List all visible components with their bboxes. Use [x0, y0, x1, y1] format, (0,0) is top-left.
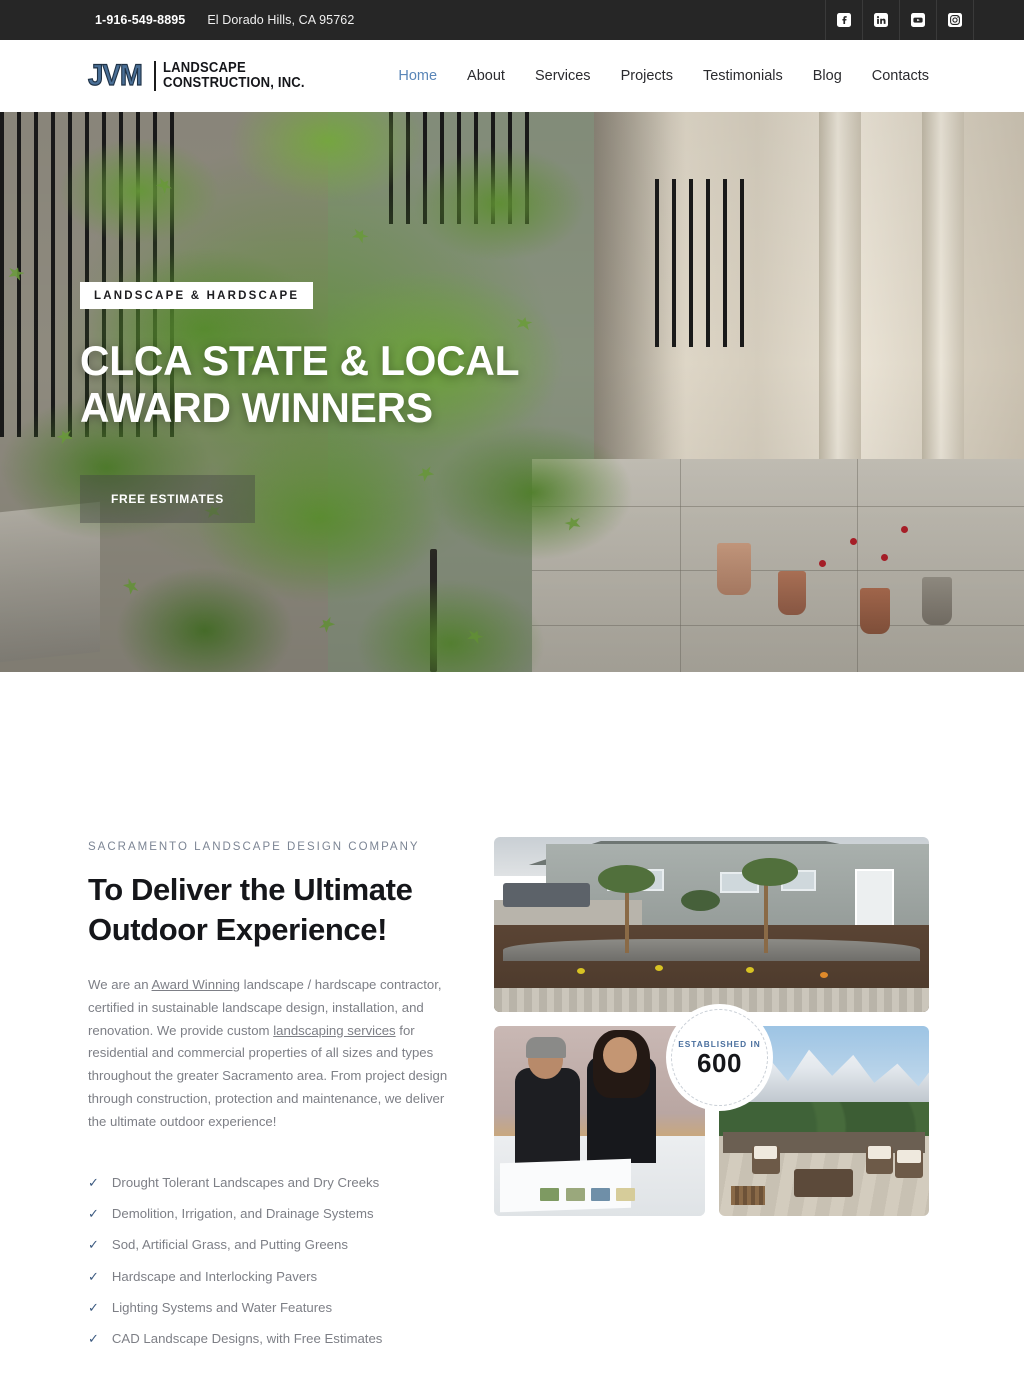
list-item: ✓ Drought Tolerant Landscapes and Dry Cre…: [88, 1167, 458, 1198]
nav-item-testimonials[interactable]: Testimonials: [703, 68, 783, 84]
checklist-label: Lighting Systems and Water Features: [111, 1299, 333, 1315]
about-gallery: ESTABLISHED IN 600: [494, 837, 929, 1355]
gallery-photo-front-yard: [494, 837, 929, 1012]
check-icon: ✓: [88, 1299, 99, 1315]
facebook-icon[interactable]: [826, 0, 863, 40]
nav-item-projects[interactable]: Projects: [621, 68, 673, 84]
check-icon: ✓: [88, 1268, 99, 1284]
logo-line-1: LANDSCAPE: [162, 59, 246, 76]
about-title: To Deliver the Ultimate Outdoor Experien…: [88, 870, 458, 949]
youtube-icon[interactable]: [900, 0, 937, 40]
top-bar-contact-info: 1-916-549-8895 El Dorado Hills, CA 95762: [0, 0, 354, 40]
about-section: SACRAMENTO LANDSCAPE DESIGN COMPANY To D…: [0, 672, 1024, 1355]
top-bar-spacer: [974, 0, 1024, 40]
services-checklist: ✓ Drought Tolerant Landscapes and Dry Cre…: [88, 1167, 458, 1355]
nav-item-services[interactable]: Services: [535, 68, 591, 84]
checklist-label: CAD Landscape Designs, with Free Estimat…: [111, 1331, 383, 1347]
list-item: ✓ Sod, Artificial Grass, and Putting Gree…: [88, 1230, 458, 1261]
top-bar-phone-link[interactable]: 1-916-549-8895: [95, 13, 185, 27]
main-navigation: Home About Services Projects Testimonial…: [398, 68, 929, 84]
linkedin-icon[interactable]: [863, 0, 900, 40]
checklist-label: Demolition, Irrigation, and Drainage Sys…: [111, 1206, 374, 1222]
site-header: JVM LANDSCAPE CONSTRUCTION, INC. Home Ab…: [0, 40, 1024, 112]
check-icon: ✓: [88, 1174, 99, 1190]
about-title-line-2: Outdoor Experience!: [88, 911, 388, 947]
top-bar-address: El Dorado Hills, CA 95762: [207, 13, 355, 27]
check-icon: ✓: [88, 1206, 99, 1222]
list-item: ✓ Demolition, Irrigation, and Drainage Sy…: [88, 1199, 458, 1230]
list-item: ✓ CAD Landscape Designs, with Free Estima…: [88, 1324, 458, 1355]
site-logo[interactable]: JVM LANDSCAPE CONSTRUCTION, INC.: [87, 59, 320, 92]
established-badge: ESTABLISHED IN 600: [671, 1009, 768, 1106]
hero-content: LANDSCAPE & HARDSCAPE CLCA STATE & LOCAL…: [80, 282, 700, 524]
nav-item-home[interactable]: Home: [398, 68, 437, 84]
checklist-label: Drought Tolerant Landscapes and Dry Cree…: [111, 1174, 380, 1190]
hero-eyebrow: LANDSCAPE & HARDSCAPE: [80, 282, 314, 309]
free-estimates-button[interactable]: FREE ESTIMATES: [80, 475, 255, 524]
hero-title: CLCA STATE & LOCAL AWARD WINNERS: [80, 337, 681, 431]
logo-wordmark: LANDSCAPE CONSTRUCTION, INC.: [162, 59, 320, 91]
social-links: [825, 0, 974, 40]
nav-item-about[interactable]: About: [467, 68, 505, 84]
logo-mark: JVM: [87, 59, 143, 92]
about-paragraph: We are an Award Winning landscape / hard…: [88, 974, 458, 1133]
instagram-icon[interactable]: [937, 0, 974, 40]
check-icon: ✓: [88, 1331, 99, 1347]
check-icon: ✓: [88, 1237, 99, 1253]
about-title-line-1: To Deliver the Ultimate: [88, 872, 413, 907]
about-eyebrow: SACRAMENTO LANDSCAPE DESIGN COMPANY: [88, 841, 420, 853]
hero-title-line-1: CLCA STATE & LOCAL: [80, 337, 520, 384]
list-item: ✓ Lighting Systems and Water Features: [88, 1292, 458, 1323]
about-text-3: for residential and commercial propertie…: [88, 1022, 448, 1129]
landscaping-services-link[interactable]: landscaping services: [273, 1023, 395, 1038]
nav-item-blog[interactable]: Blog: [813, 68, 842, 84]
about-text-1: We are an: [88, 977, 152, 993]
checklist-label: Hardscape and Interlocking Pavers: [111, 1268, 318, 1284]
established-badge-value: 600: [697, 1048, 742, 1078]
checklist-label: Sod, Artificial Grass, and Putting Green…: [111, 1237, 348, 1253]
award-winning-link[interactable]: Award Winning: [152, 977, 240, 992]
hero-title-line-2: AWARD WINNERS: [80, 384, 433, 432]
hero-banner: LANDSCAPE & HARDSCAPE CLCA STATE & LOCAL…: [0, 112, 1024, 672]
list-item: ✓ Hardscape and Interlocking Pavers: [88, 1261, 458, 1292]
top-bar: 1-916-549-8895 El Dorado Hills, CA 95762: [0, 0, 1024, 40]
logo-line-2: CONSTRUCTION, INC.: [162, 75, 305, 91]
nav-item-contacts[interactable]: Contacts: [872, 68, 929, 84]
logo-divider: [153, 61, 156, 91]
about-text-column: SACRAMENTO LANDSCAPE DESIGN COMPANY To D…: [88, 837, 458, 1355]
